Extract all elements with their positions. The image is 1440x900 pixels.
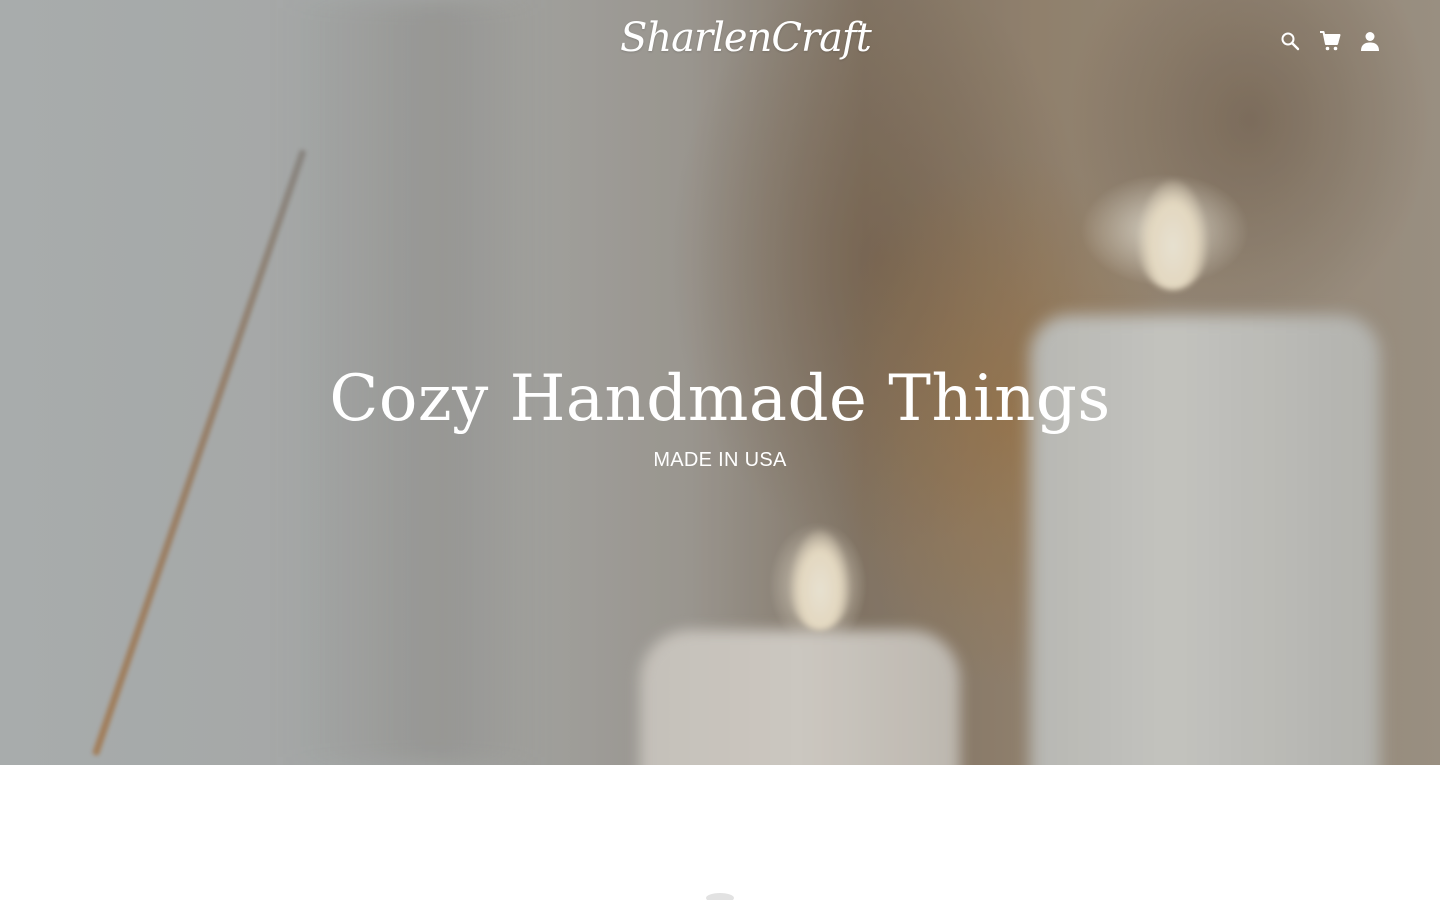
page: Cozy Handmade Things MADE IN USA Sharlen… [0, 0, 1440, 900]
hero-banner: Cozy Handmade Things MADE IN USA [0, 0, 1440, 765]
site-header: SharlenCraft [0, 0, 1440, 82]
cart-icon[interactable] [1318, 29, 1342, 53]
account-icon[interactable] [1358, 29, 1382, 53]
site-logo[interactable]: SharlenCraft [620, 10, 872, 66]
header-icons [1278, 29, 1382, 53]
hero-subtitle: MADE IN USA [653, 449, 787, 471]
search-icon[interactable] [1278, 29, 1302, 53]
loading-indicator [706, 893, 734, 900]
content-section [0, 765, 1440, 900]
hero-title: Cozy Handmade Things [329, 362, 1111, 436]
